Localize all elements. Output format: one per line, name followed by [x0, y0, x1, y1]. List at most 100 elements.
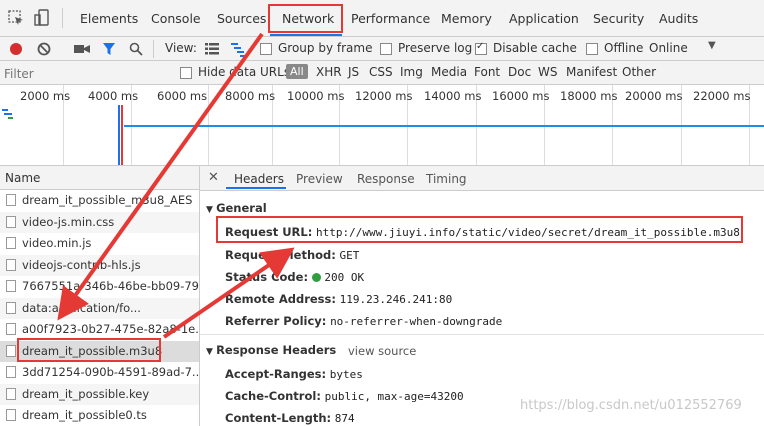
timeline-tick: 2000 ms [20, 89, 71, 103]
type-filter-all[interactable]: All [286, 64, 308, 79]
watermark: https://blog.csdn.net/u012552769 [520, 398, 742, 413]
network-tab-highlight-box [268, 4, 343, 33]
type-filter-doc[interactable]: Doc [508, 65, 531, 79]
timeline-tick: 14000 ms [424, 89, 482, 103]
file-icon [6, 258, 16, 271]
general-section-toggle[interactable]: ▼ General [206, 201, 267, 215]
hide-data-urls-checkbox[interactable] [180, 67, 192, 79]
list-item[interactable]: dream_it_possible_m3u8_AES [0, 190, 199, 212]
type-filter-media[interactable]: Media [431, 65, 467, 79]
type-filter-other[interactable]: Other [622, 65, 656, 79]
close-icon[interactable]: ✕ [208, 170, 219, 185]
view-label: View: [165, 41, 197, 55]
record-icon[interactable] [10, 43, 22, 55]
tab-audits[interactable]: Audits [659, 11, 698, 26]
detail-tab-bar: ✕ Headers Preview Response Timing [200, 166, 764, 191]
dom-content-loaded-marker [118, 105, 120, 165]
tab-timing[interactable]: Timing [426, 172, 467, 186]
timeline-tick: 10000 ms [287, 89, 345, 103]
tab-elements[interactable]: Elements [80, 11, 138, 26]
response-headers-section-toggle[interactable]: ▼ Response Headers [206, 343, 336, 357]
status-code-row: Status Code: 200 OK [225, 270, 365, 284]
search-icon[interactable] [129, 42, 143, 56]
tab-preview[interactable]: Preview [296, 172, 343, 186]
list-item[interactable]: dream_it_possible0.ts [0, 405, 199, 426]
view-source-link[interactable]: view source [348, 344, 416, 358]
request-url-highlight-box [216, 216, 743, 243]
type-filter-manifest[interactable]: Manifest [566, 65, 617, 79]
list-item[interactable]: data:application/fo... [0, 297, 199, 319]
load-event-marker [121, 105, 123, 165]
timeline-tick: 18000 ms [560, 89, 618, 103]
file-icon [6, 323, 16, 335]
file-icon [6, 280, 16, 292]
offline-label: Offline [604, 41, 644, 55]
list-item[interactable]: video.min.js [0, 233, 199, 255]
timeline-tick: 6000 ms [157, 89, 208, 103]
offline-checkbox[interactable] [586, 43, 598, 55]
type-filter-ws[interactable]: WS [538, 65, 557, 79]
timeline-tick: 20000 ms [625, 89, 683, 103]
type-filter-xhr[interactable]: XHR [316, 65, 342, 79]
inspect-element-icon[interactable] [8, 10, 24, 26]
chevron-down-icon[interactable]: ▼ [708, 40, 716, 51]
tab-console[interactable]: Console [151, 11, 201, 26]
timeline-tick: 22000 ms [693, 89, 751, 103]
preserve-log-checkbox[interactable] [380, 43, 392, 55]
headers-tab-active-indicator [226, 187, 286, 189]
preserve-log-label: Preserve log [398, 41, 473, 55]
waterfall-overview-icon[interactable] [231, 43, 249, 57]
capture-screenshots-icon[interactable] [74, 43, 90, 55]
device-toolbar-icon[interactable] [34, 9, 50, 27]
disable-cache-checkbox[interactable] [475, 41, 487, 55]
clear-icon[interactable] [37, 42, 51, 56]
filter-icon[interactable] [102, 42, 116, 56]
group-by-frame-checkbox[interactable] [260, 43, 272, 55]
tab-security[interactable]: Security [593, 11, 644, 26]
triangle-down-icon: ▼ [206, 205, 217, 215]
file-icon [6, 215, 16, 228]
file-icon [6, 366, 16, 378]
file-icon [6, 409, 16, 421]
filter-input[interactable] [2, 63, 166, 84]
tab-sources[interactable]: Sources [217, 11, 266, 26]
triangle-down-icon: ▼ [206, 347, 217, 357]
type-filter-font[interactable]: Font [474, 65, 500, 79]
remote-address-row: Remote Address: 119.23.246.241:80 [225, 292, 453, 306]
filter-bar: Hide data URLs All XHR JS CSS Img Media … [0, 61, 764, 85]
type-filter-js[interactable]: JS [348, 65, 359, 79]
tab-memory[interactable]: Memory [441, 11, 492, 26]
tab-application[interactable]: Application [509, 11, 579, 26]
list-item[interactable]: video-js.min.css [0, 211, 199, 233]
tab-performance[interactable]: Performance [351, 11, 430, 26]
large-rows-icon[interactable] [205, 43, 219, 55]
timeline-overview[interactable]: 2000 ms 4000 ms 6000 ms 8000 ms 10000 ms… [0, 85, 764, 166]
section-divider [200, 334, 764, 335]
disable-cache-label: Disable cache [493, 41, 577, 55]
file-icon [6, 194, 16, 206]
request-waterfall-bar [8, 117, 13, 119]
list-item[interactable]: videojs-contrib-hls.js [0, 254, 199, 276]
request-method-row: Request Method: GET [225, 248, 360, 262]
throttling-select[interactable]: Online [649, 41, 688, 55]
type-filter-css[interactable]: CSS [369, 65, 393, 79]
type-filter-img[interactable]: Img [400, 65, 423, 79]
list-item[interactable]: dream_it_possible.key [0, 383, 199, 405]
tab-headers[interactable]: Headers [234, 172, 284, 186]
status-dot-icon [311, 273, 321, 282]
timeline-tick: 16000 ms [492, 89, 550, 103]
list-item[interactable]: 3dd71254-090b-4591-89ad-7... [0, 362, 199, 384]
group-by-frame-label: Group by frame [278, 41, 373, 55]
toolbar-divider [153, 40, 154, 58]
name-column-header[interactable]: Name [0, 166, 200, 190]
timeline-tick: 4000 ms [88, 89, 139, 103]
tab-divider [62, 8, 63, 28]
referrer-policy-row: Referrer Policy: no-referrer-when-downgr… [225, 314, 503, 328]
tab-response[interactable]: Response [357, 172, 415, 186]
name-column-label: Name [5, 171, 41, 185]
timeline-tick: 12000 ms [355, 89, 413, 103]
hide-data-urls-label: Hide data URLs [198, 65, 291, 79]
file-icon [6, 237, 16, 249]
cache-control-row: Cache-Control: public, max-age=43200 [225, 389, 464, 403]
list-item[interactable]: 7667551a-346b-46be-bb09-79... [0, 276, 199, 298]
